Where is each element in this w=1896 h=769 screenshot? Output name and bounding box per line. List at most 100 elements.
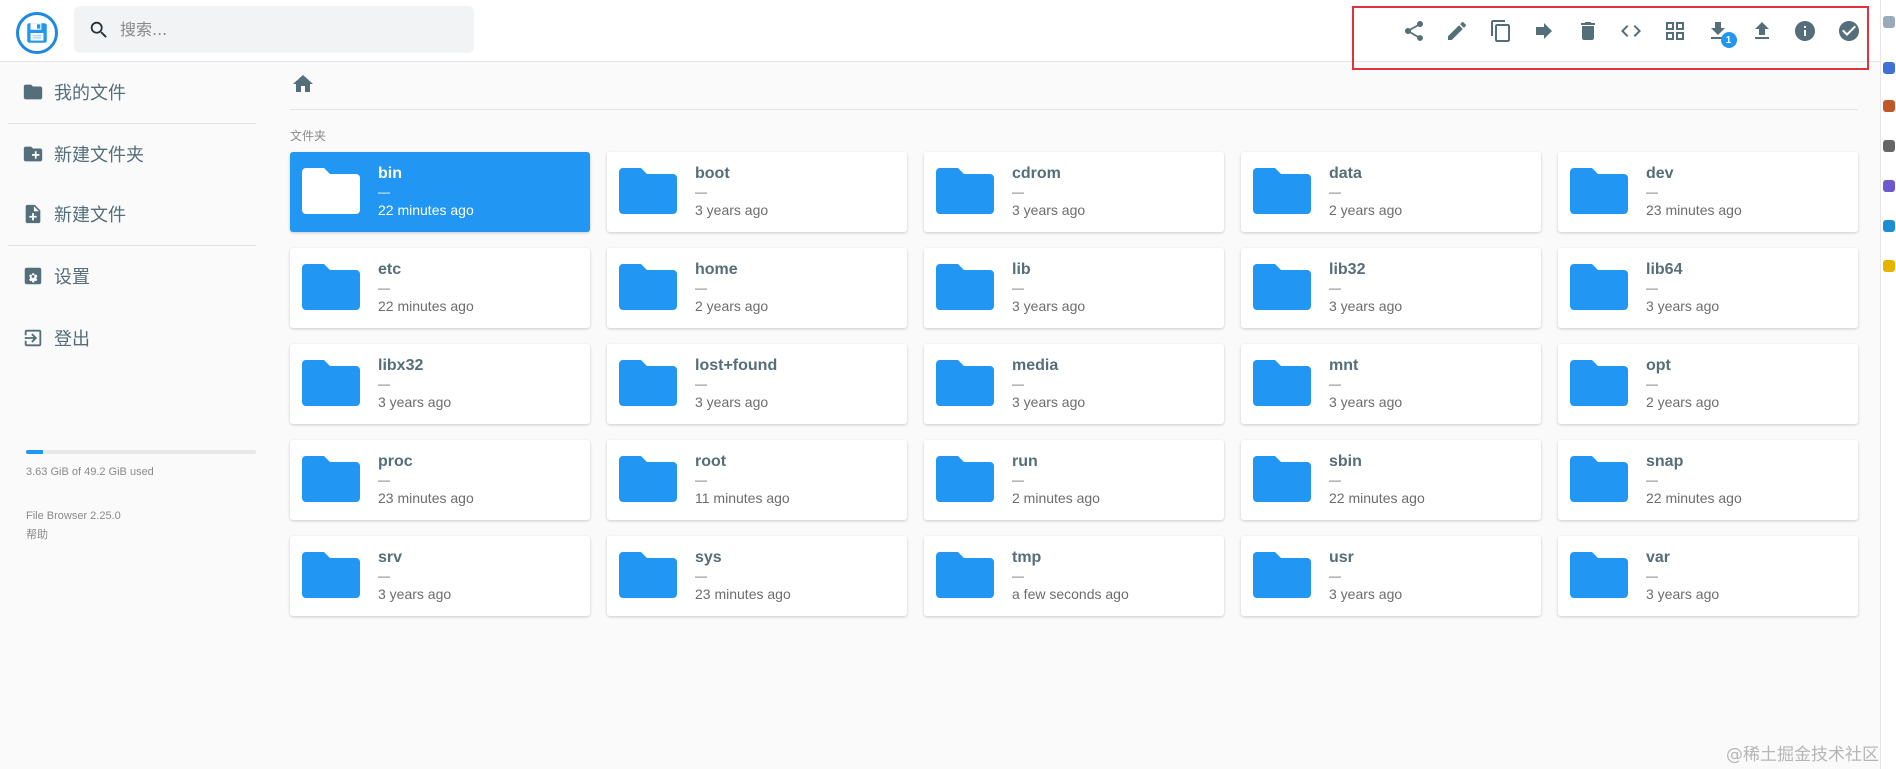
folder-item[interactable]: snap — 22 minutes ago <box>1558 440 1858 520</box>
folder-item[interactable]: lib — 3 years ago <box>924 248 1224 328</box>
sidebar-item-label: 新建文件 <box>54 205 126 226</box>
folder-item[interactable]: lost+found — 3 years ago <box>607 344 907 424</box>
upload-icon <box>1754 22 1769 39</box>
app-version: File Browser 2.25.0 <box>26 510 121 522</box>
folder-size: — <box>1329 377 1341 391</box>
folder-size: — <box>1646 569 1658 583</box>
settings-icon <box>24 267 42 285</box>
folder-modified: 3 years ago <box>1012 202 1086 218</box>
folder-icon <box>1570 456 1628 502</box>
folder-name: snap <box>1646 453 1684 470</box>
folder-item[interactable]: data — 2 years ago <box>1241 152 1541 232</box>
folder-item[interactable]: tmp — a few seconds ago <box>924 536 1224 616</box>
search-input[interactable] <box>120 20 460 39</box>
extension-icon[interactable] <box>1883 220 1895 232</box>
folder-item[interactable]: media — 3 years ago <box>924 344 1224 424</box>
breadcrumb-home-button[interactable] <box>291 72 315 96</box>
folder-item[interactable]: lib32 — 3 years ago <box>1241 248 1541 328</box>
folder-item[interactable]: bin — 22 minutes ago <box>290 152 590 232</box>
folder-item[interactable]: root — 11 minutes ago <box>607 440 907 520</box>
folder-item[interactable]: usr — 3 years ago <box>1241 536 1541 616</box>
folder-item[interactable]: boot — 3 years ago <box>607 152 907 232</box>
folder-modified: 2 years ago <box>1646 394 1720 410</box>
folder-item[interactable]: lib64 — 3 years ago <box>1558 248 1858 328</box>
sidebar-item-new-file[interactable]: 新建文件 <box>22 199 126 229</box>
copy-button[interactable] <box>1479 14 1523 48</box>
sidebar-item-label: 登出 <box>54 329 90 350</box>
folder-modified: 3 years ago <box>1329 298 1403 314</box>
sidebar-item-settings[interactable]: 设置 <box>22 261 90 291</box>
folder-name: sbin <box>1329 453 1362 470</box>
sidebar-item-label: 设置 <box>54 267 90 288</box>
folder-item[interactable]: var — 3 years ago <box>1558 536 1858 616</box>
folder-modified: 22 minutes ago <box>378 298 474 314</box>
folder-name: lost+found <box>695 357 778 374</box>
folder-name: lib32 <box>1329 261 1366 278</box>
upload-button[interactable] <box>1740 14 1784 48</box>
download-button[interactable]: 1 <box>1697 14 1741 48</box>
home-icon <box>293 75 313 92</box>
extension-icon[interactable] <box>1883 16 1895 28</box>
extension-icon[interactable] <box>1883 180 1895 192</box>
folder-name: run <box>1012 453 1038 470</box>
folder-item[interactable]: sys — 23 minutes ago <box>607 536 907 616</box>
grid-view-button[interactable] <box>1653 14 1697 48</box>
folder-icon <box>619 168 677 214</box>
sidebar-divider <box>8 245 256 246</box>
folder-item[interactable]: proc — 23 minutes ago <box>290 440 590 520</box>
extension-icon[interactable] <box>1883 140 1895 152</box>
folder-item[interactable]: libx32 — 3 years ago <box>290 344 590 424</box>
share-button[interactable] <box>1392 14 1436 48</box>
folder-name: home <box>695 261 738 278</box>
search-box[interactable] <box>74 6 474 53</box>
folder-item[interactable]: run — 2 minutes ago <box>924 440 1224 520</box>
folder-size: — <box>378 281 390 295</box>
folder-size: — <box>1329 281 1341 295</box>
folder-modified: 3 years ago <box>1012 298 1086 314</box>
folder-icon <box>936 456 994 502</box>
side-extension-strip <box>1880 0 1896 769</box>
folder-icon <box>936 552 994 598</box>
folder-icon <box>1570 264 1628 310</box>
move-button[interactable] <box>1523 14 1567 48</box>
folder-item[interactable]: opt — 2 years ago <box>1558 344 1858 424</box>
folder-modified: 22 minutes ago <box>1646 490 1742 506</box>
folder-modified: 2 years ago <box>1329 202 1403 218</box>
folder-item[interactable]: home — 2 years ago <box>607 248 907 328</box>
info-button[interactable] <box>1784 14 1828 48</box>
folder-icon <box>936 360 994 406</box>
delete-button[interactable] <box>1566 14 1610 48</box>
folder-icon <box>936 168 994 214</box>
folder-grid: bin — 22 minutes ago boot — 3 years ago … <box>290 152 1858 616</box>
sidebar-item-new-folder[interactable]: 新建文件夹 <box>22 139 144 169</box>
extension-icon[interactable] <box>1883 100 1895 112</box>
folder-item[interactable]: sbin — 22 minutes ago <box>1241 440 1541 520</box>
rename-icon <box>1448 21 1467 40</box>
sidebar-item-my-files[interactable]: 我的文件 <box>22 77 126 107</box>
folder-item[interactable]: etc — 22 minutes ago <box>290 248 590 328</box>
select-all-button[interactable] <box>1827 14 1871 48</box>
code-button[interactable] <box>1610 14 1654 48</box>
app-logo-icon[interactable] <box>16 12 58 54</box>
folder-name: bin <box>378 165 402 182</box>
folder-modified: 23 minutes ago <box>1646 202 1742 218</box>
folder-item[interactable]: cdrom — 3 years ago <box>924 152 1224 232</box>
folder-size: — <box>1646 473 1658 487</box>
folder-name: media <box>1012 357 1059 374</box>
select-all-icon <box>1838 21 1859 41</box>
folder-modified: 3 years ago <box>695 202 769 218</box>
folder-icon <box>619 552 677 598</box>
extension-icon[interactable] <box>1883 260 1895 272</box>
folder-item[interactable]: dev — 23 minutes ago <box>1558 152 1858 232</box>
folder-name: boot <box>695 165 730 182</box>
folder-icon <box>936 264 994 310</box>
extension-icon[interactable] <box>1883 62 1895 74</box>
folder-name: data <box>1329 165 1362 182</box>
storage-usage-text: 3.63 GiB of 49.2 GiB used <box>26 466 154 478</box>
folder-item[interactable]: srv — 3 years ago <box>290 536 590 616</box>
rename-button[interactable] <box>1436 14 1480 48</box>
folder-item[interactable]: mnt — 3 years ago <box>1241 344 1541 424</box>
sidebar-item-logout[interactable]: 登出 <box>22 323 90 353</box>
folder-size: — <box>1012 281 1024 295</box>
help-link[interactable]: 帮助 <box>26 526 48 542</box>
